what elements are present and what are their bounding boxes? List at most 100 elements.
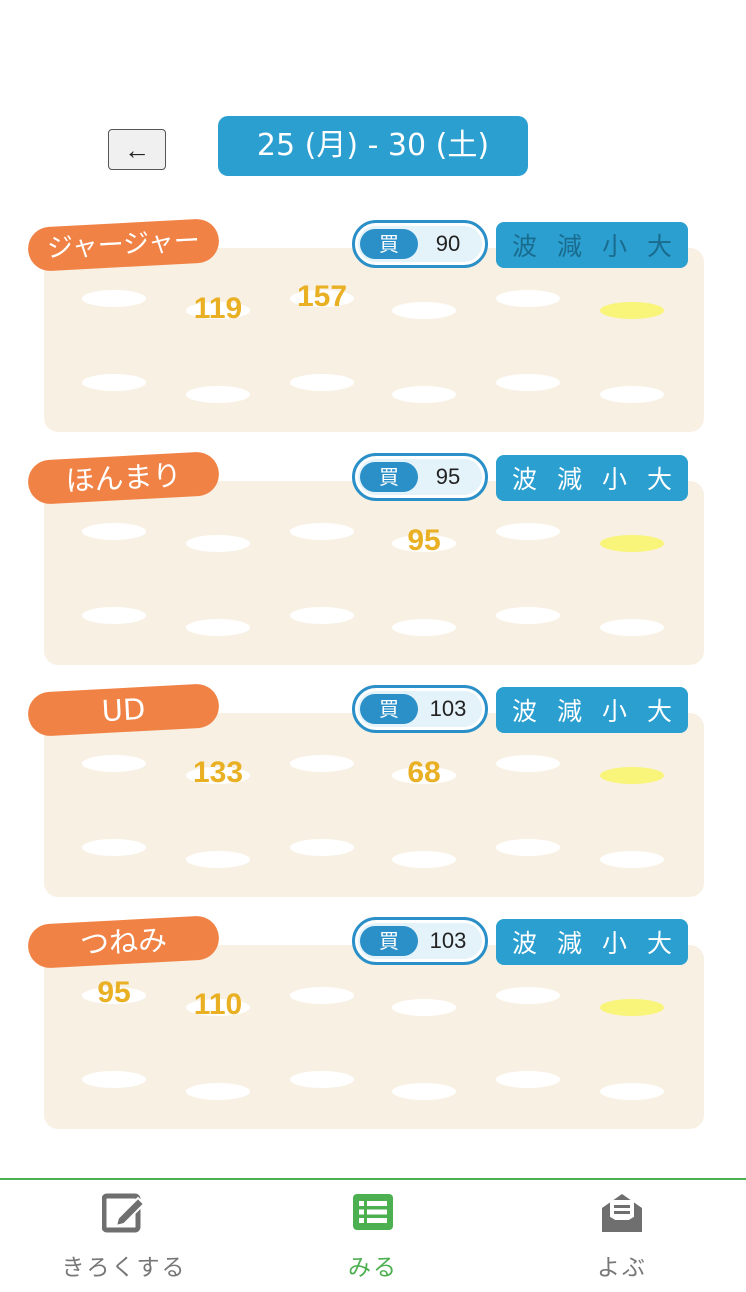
pattern-small-spike[interactable]: 小: [602, 227, 627, 263]
price-slot-wed-pm[interactable]: [290, 374, 354, 391]
price-slot-thu-pm[interactable]: [392, 619, 456, 636]
nav-label-invite: よぶ: [597, 1255, 647, 1281]
pattern-decreasing[interactable]: 減: [557, 692, 582, 728]
price-slot-wed-am[interactable]: [290, 523, 354, 540]
price-slot-tue-am[interactable]: [186, 535, 250, 552]
price-value-thu-am: 95: [407, 524, 441, 557]
pattern-large-spike[interactable]: 大: [647, 924, 672, 960]
card-background: [44, 248, 704, 432]
price-slot-thu-pm[interactable]: [392, 851, 456, 868]
price-slot-mon-pm[interactable]: [82, 839, 146, 856]
price-slot-thu-am[interactable]: [392, 302, 456, 319]
back-button[interactable]: ←: [108, 129, 166, 170]
island-card: UD 買 103 波 減 小 大 133 68: [0, 683, 746, 905]
buy-price-value: 103: [429, 928, 467, 953]
buy-price-box[interactable]: 買 90: [352, 220, 488, 268]
price-slot-fri-pm[interactable]: [496, 839, 560, 856]
pattern-selector[interactable]: 波 減 小 大: [496, 455, 688, 501]
price-slot-thu-pm[interactable]: [392, 1083, 456, 1100]
price-slot-tue-pm[interactable]: [186, 386, 250, 403]
buy-price-box[interactable]: 買 103: [352, 685, 488, 733]
pattern-decreasing[interactable]: 減: [557, 924, 582, 960]
price-slot-thu-pm[interactable]: [392, 386, 456, 403]
pattern-selector[interactable]: 波 減 小 大: [496, 919, 688, 965]
price-slot-mon-pm[interactable]: [82, 374, 146, 391]
pattern-fluctuating[interactable]: 波: [512, 227, 537, 263]
price-value-thu-am: 68: [407, 756, 441, 789]
buy-price-box[interactable]: 買 95: [352, 453, 488, 501]
pattern-fluctuating[interactable]: 波: [512, 460, 537, 496]
price-value-tue-am: 119: [193, 292, 243, 325]
pattern-large-spike[interactable]: 大: [647, 227, 672, 263]
price-slot-thu-am[interactable]: [392, 999, 456, 1016]
price-slot-fri-pm[interactable]: [496, 374, 560, 391]
price-slot-sat-pm[interactable]: [600, 619, 664, 636]
price-slot-mon-am[interactable]: [82, 290, 146, 307]
island-card: つねみ 買 103 波 減 小 大 95 110: [0, 915, 746, 1137]
week-range-title: 25 (月) - 30 (土): [218, 116, 528, 176]
pattern-selector[interactable]: 波 減 小 大: [496, 687, 688, 733]
pattern-large-spike[interactable]: 大: [647, 460, 672, 496]
buy-label: 買: [360, 462, 418, 492]
price-slot-mon-pm[interactable]: [82, 607, 146, 624]
pattern-fluctuating[interactable]: 波: [512, 924, 537, 960]
price-slot-fri-am[interactable]: [496, 523, 560, 540]
price-slot-wed-pm[interactable]: [290, 839, 354, 856]
price-slot-sat-pm[interactable]: [600, 851, 664, 868]
pattern-small-spike[interactable]: 小: [602, 924, 627, 960]
nav-label-view: みる: [348, 1255, 398, 1281]
pattern-decreasing[interactable]: 減: [557, 227, 582, 263]
price-value-wed-am: 157: [296, 280, 348, 313]
buy-price-box[interactable]: 買 103: [352, 917, 488, 965]
card-background: [44, 713, 704, 897]
card-background: [44, 945, 704, 1129]
island-card: ジャージャー 買 90 波 減 小 大 119 157: [0, 218, 746, 440]
price-slot-fri-pm[interactable]: [496, 1071, 560, 1088]
bottom-nav: きろくする みる よぶ: [0, 1178, 746, 1292]
mail-icon: [602, 1194, 642, 1232]
price-slot-tue-pm[interactable]: [186, 1083, 250, 1100]
buy-label: 買: [360, 694, 418, 724]
price-slot-tue-pm[interactable]: [186, 851, 250, 868]
price-slot-fri-am[interactable]: [496, 987, 560, 1004]
card-background: [44, 481, 704, 665]
price-slot-sat-am[interactable]: [600, 767, 664, 784]
nav-tab-record[interactable]: きろくする: [24, 1180, 224, 1292]
price-slot-tue-pm[interactable]: [186, 619, 250, 636]
list-icon: [353, 1194, 393, 1230]
price-value-tue-am: 110: [193, 988, 243, 1021]
pattern-selector[interactable]: 波 減 小 大: [496, 222, 688, 268]
pattern-large-spike[interactable]: 大: [647, 692, 672, 728]
price-slot-fri-am[interactable]: [496, 755, 560, 772]
price-value-mon-am: 95: [97, 976, 131, 1009]
pattern-fluctuating[interactable]: 波: [512, 692, 537, 728]
price-slot-sat-am[interactable]: [600, 999, 664, 1016]
price-slot-sat-pm[interactable]: [600, 386, 664, 403]
price-slot-mon-pm[interactable]: [82, 1071, 146, 1088]
price-slot-fri-am[interactable]: [496, 290, 560, 307]
pattern-small-spike[interactable]: 小: [602, 460, 627, 496]
price-slot-wed-am[interactable]: [290, 755, 354, 772]
buy-label: 買: [360, 926, 418, 956]
price-slot-mon-am[interactable]: [82, 523, 146, 540]
nav-tab-view[interactable]: みる: [273, 1180, 473, 1292]
pattern-small-spike[interactable]: 小: [602, 692, 627, 728]
buy-price-value: 90: [435, 231, 461, 256]
buy-price-value: 95: [435, 464, 461, 489]
price-slot-wed-pm[interactable]: [290, 1071, 354, 1088]
buy-price-value: 103: [429, 696, 467, 721]
nav-tab-invite[interactable]: よぶ: [522, 1180, 722, 1292]
price-slot-sat-pm[interactable]: [600, 1083, 664, 1100]
buy-label: 買: [360, 229, 418, 259]
nav-label-record: きろくする: [61, 1255, 187, 1281]
pattern-decreasing[interactable]: 減: [557, 460, 582, 496]
price-slot-wed-am[interactable]: [290, 987, 354, 1004]
price-value-tue-am: 133: [192, 756, 244, 789]
price-slot-sat-am[interactable]: [600, 535, 664, 552]
price-slot-fri-pm[interactable]: [496, 607, 560, 624]
edit-icon: [102, 1193, 146, 1233]
price-slot-mon-am[interactable]: [82, 755, 146, 772]
price-slot-wed-pm[interactable]: [290, 607, 354, 624]
island-card: ほんまり 買 95 波 減 小 大 95: [0, 451, 746, 673]
price-slot-sat-am[interactable]: [600, 302, 664, 319]
